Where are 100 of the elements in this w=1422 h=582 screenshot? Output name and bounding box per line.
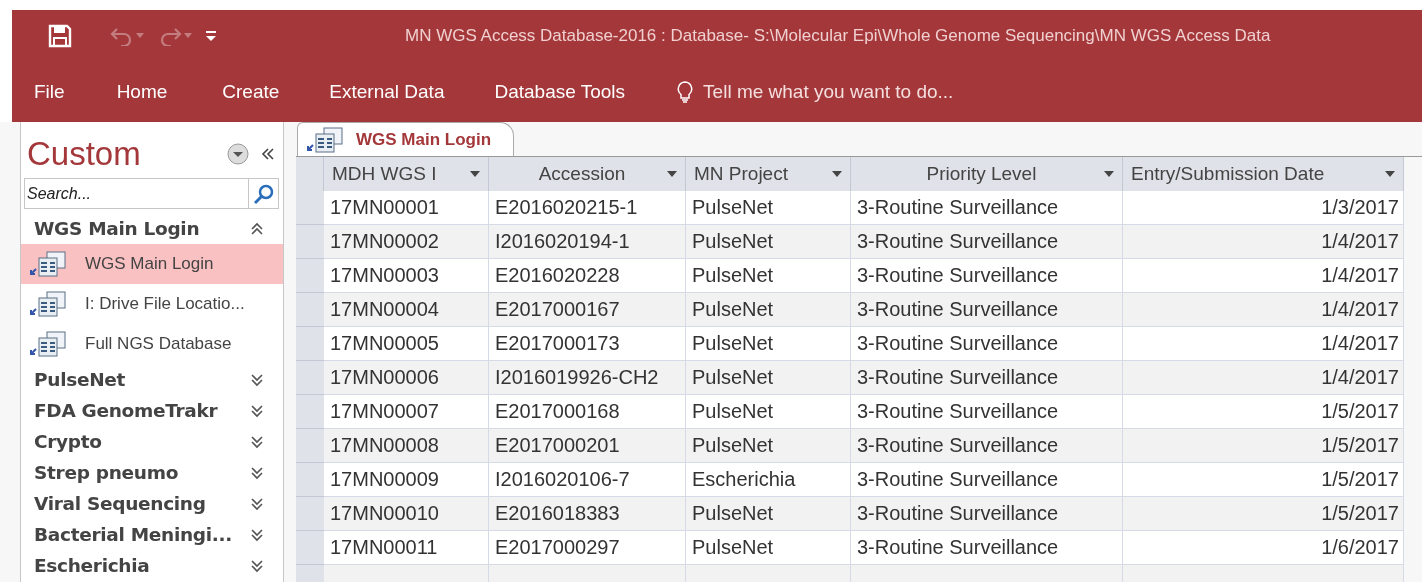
- table-cell: 3-Routine Surveillance: [851, 225, 1123, 259]
- table-cell: PulseNet: [686, 327, 851, 361]
- table-cell: 17MN00011: [324, 531, 489, 565]
- customize-icon: [206, 30, 216, 42]
- row-selector[interactable]: [296, 463, 324, 497]
- expand-icon: [251, 372, 263, 387]
- nav-item[interactable]: WGS Main Login: [21, 244, 283, 284]
- table-cell: 3-Routine Surveillance: [851, 361, 1123, 395]
- dropdown-icon[interactable]: [1385, 171, 1395, 177]
- search-button[interactable]: [248, 178, 279, 209]
- window-title: MN WGS Access Database-2016 : Database- S:\Molecular Epi\Whole Genome Sequencing\MN WGS Access Data: [405, 26, 1271, 46]
- table-cell: 17MN00008: [324, 429, 489, 463]
- table-cell: PulseNet: [686, 429, 851, 463]
- table-cell: 3-Routine Surveillance: [851, 531, 1123, 565]
- table-cell: 1/5/2017: [1123, 497, 1404, 531]
- collapse-icon: [251, 221, 263, 236]
- table-cell: 17MN00010: [324, 497, 489, 531]
- dropdown-icon[interactable]: [832, 171, 842, 177]
- dropdown-icon[interactable]: [667, 171, 677, 177]
- dropdown-icon[interactable]: [470, 171, 480, 177]
- table-cell: E2017000173: [489, 327, 686, 361]
- table-cell: 17MN00004: [324, 293, 489, 327]
- table-cell: E2017000168: [489, 395, 686, 429]
- lightbulb-icon: [677, 81, 694, 103]
- ribbon-tab[interactable]: Create: [222, 77, 280, 107]
- row-selector[interactable]: [296, 225, 324, 259]
- table-cell: I2016020194-1: [489, 225, 686, 259]
- row-selector[interactable]: [296, 327, 324, 361]
- expand-icon: [251, 496, 263, 511]
- search-field[interactable]: Search...: [24, 178, 248, 209]
- column-header[interactable]: Accession: [489, 157, 686, 191]
- table-cell: 17MN00003: [324, 259, 489, 293]
- table-cell: 17MN00009: [324, 463, 489, 497]
- select-all-corner[interactable]: [296, 157, 324, 191]
- table-cell: 1/4/2017: [1123, 259, 1404, 293]
- table-cell: PulseNet: [686, 361, 851, 395]
- caret-icon: [136, 33, 144, 39]
- row-selector[interactable]: [296, 429, 324, 463]
- table-cell: 3-Routine Surveillance: [851, 497, 1123, 531]
- table-cell: 3-Routine Surveillance: [851, 259, 1123, 293]
- form-icon: [29, 250, 67, 278]
- collapse-pane-icon[interactable]: [261, 147, 275, 161]
- table-cell: PulseNet: [686, 497, 851, 531]
- row-selector[interactable]: [296, 531, 324, 565]
- table-cell: PulseNet: [686, 395, 851, 429]
- row-selector[interactable]: [296, 361, 324, 395]
- column-header[interactable]: MDH WGS I: [324, 157, 489, 191]
- ribbon-tab[interactable]: External Data: [329, 77, 445, 107]
- expand-icon: [251, 527, 263, 542]
- table-cell: 17MN00006: [324, 361, 489, 395]
- expand-icon: [251, 434, 263, 449]
- column-header[interactable]: Priority Level: [851, 157, 1123, 191]
- table-cell: 1/4/2017: [1123, 361, 1404, 395]
- table-cell: 1/3/2017: [1123, 191, 1404, 225]
- ribbon-tab[interactable]: File: [34, 77, 65, 107]
- save-icon: [48, 24, 72, 48]
- tell-me-field[interactable]: Tell me what you want to do...: [701, 80, 1026, 104]
- dropdown-icon[interactable]: [1104, 171, 1114, 177]
- row-selector[interactable]: [296, 259, 324, 293]
- redo-icon: [158, 26, 182, 46]
- table-cell: I2016020106-7: [489, 463, 686, 497]
- column-header[interactable]: MN Project: [686, 157, 851, 191]
- table-cell: E2017000297: [489, 531, 686, 565]
- table-cell: E2017000201: [489, 429, 686, 463]
- dropdown-icon[interactable]: [227, 143, 249, 165]
- table-cell: 1/4/2017: [1123, 293, 1404, 327]
- table-cell: PulseNet: [686, 191, 851, 225]
- table-cell: 1/4/2017: [1123, 225, 1404, 259]
- row-selector[interactable]: [296, 191, 324, 225]
- table-cell: PulseNet: [686, 225, 851, 259]
- row-selector[interactable]: [296, 293, 324, 327]
- form-icon: [306, 125, 344, 154]
- row-selector[interactable]: [296, 395, 324, 429]
- table-cell: E2016018383: [489, 497, 686, 531]
- pane-title: Custom: [27, 135, 142, 173]
- table-cell: E2016020215-1: [489, 191, 686, 225]
- table-cell: 1/5/2017: [1123, 429, 1404, 463]
- document-tab[interactable]: WGS Main Login: [297, 122, 515, 156]
- table-cell: 1/5/2017: [1123, 395, 1404, 429]
- table-cell: E2016020228: [489, 259, 686, 293]
- table-cell: 3-Routine Surveillance: [851, 395, 1123, 429]
- table-cell: 17MN00005: [324, 327, 489, 361]
- table-cell: 3-Routine Surveillance: [851, 463, 1123, 497]
- table-cell: 3-Routine Surveillance: [851, 191, 1123, 225]
- ribbon-tab[interactable]: Home: [116, 77, 168, 107]
- table-cell: 3-Routine Surveillance: [851, 429, 1123, 463]
- ribbon-tab[interactable]: Database Tools: [494, 77, 626, 107]
- column-header[interactable]: Entry/Submission Date: [1123, 157, 1404, 191]
- search-icon: [252, 182, 275, 205]
- customize-button[interactable]: [206, 30, 216, 42]
- table-cell: 17MN00007: [324, 395, 489, 429]
- save-button[interactable]: [48, 24, 72, 48]
- table-cell: 1/4/2017: [1123, 327, 1404, 361]
- table-cell: PulseNet: [686, 531, 851, 565]
- table-cell: E2017000167: [489, 293, 686, 327]
- table-cell: I2016019926-CH2: [489, 361, 686, 395]
- row-selector[interactable]: [296, 497, 324, 531]
- table-cell: 1/5/2017: [1123, 463, 1404, 497]
- table-cell: PulseNet: [686, 259, 851, 293]
- table-cell: 3-Routine Surveillance: [851, 293, 1123, 327]
